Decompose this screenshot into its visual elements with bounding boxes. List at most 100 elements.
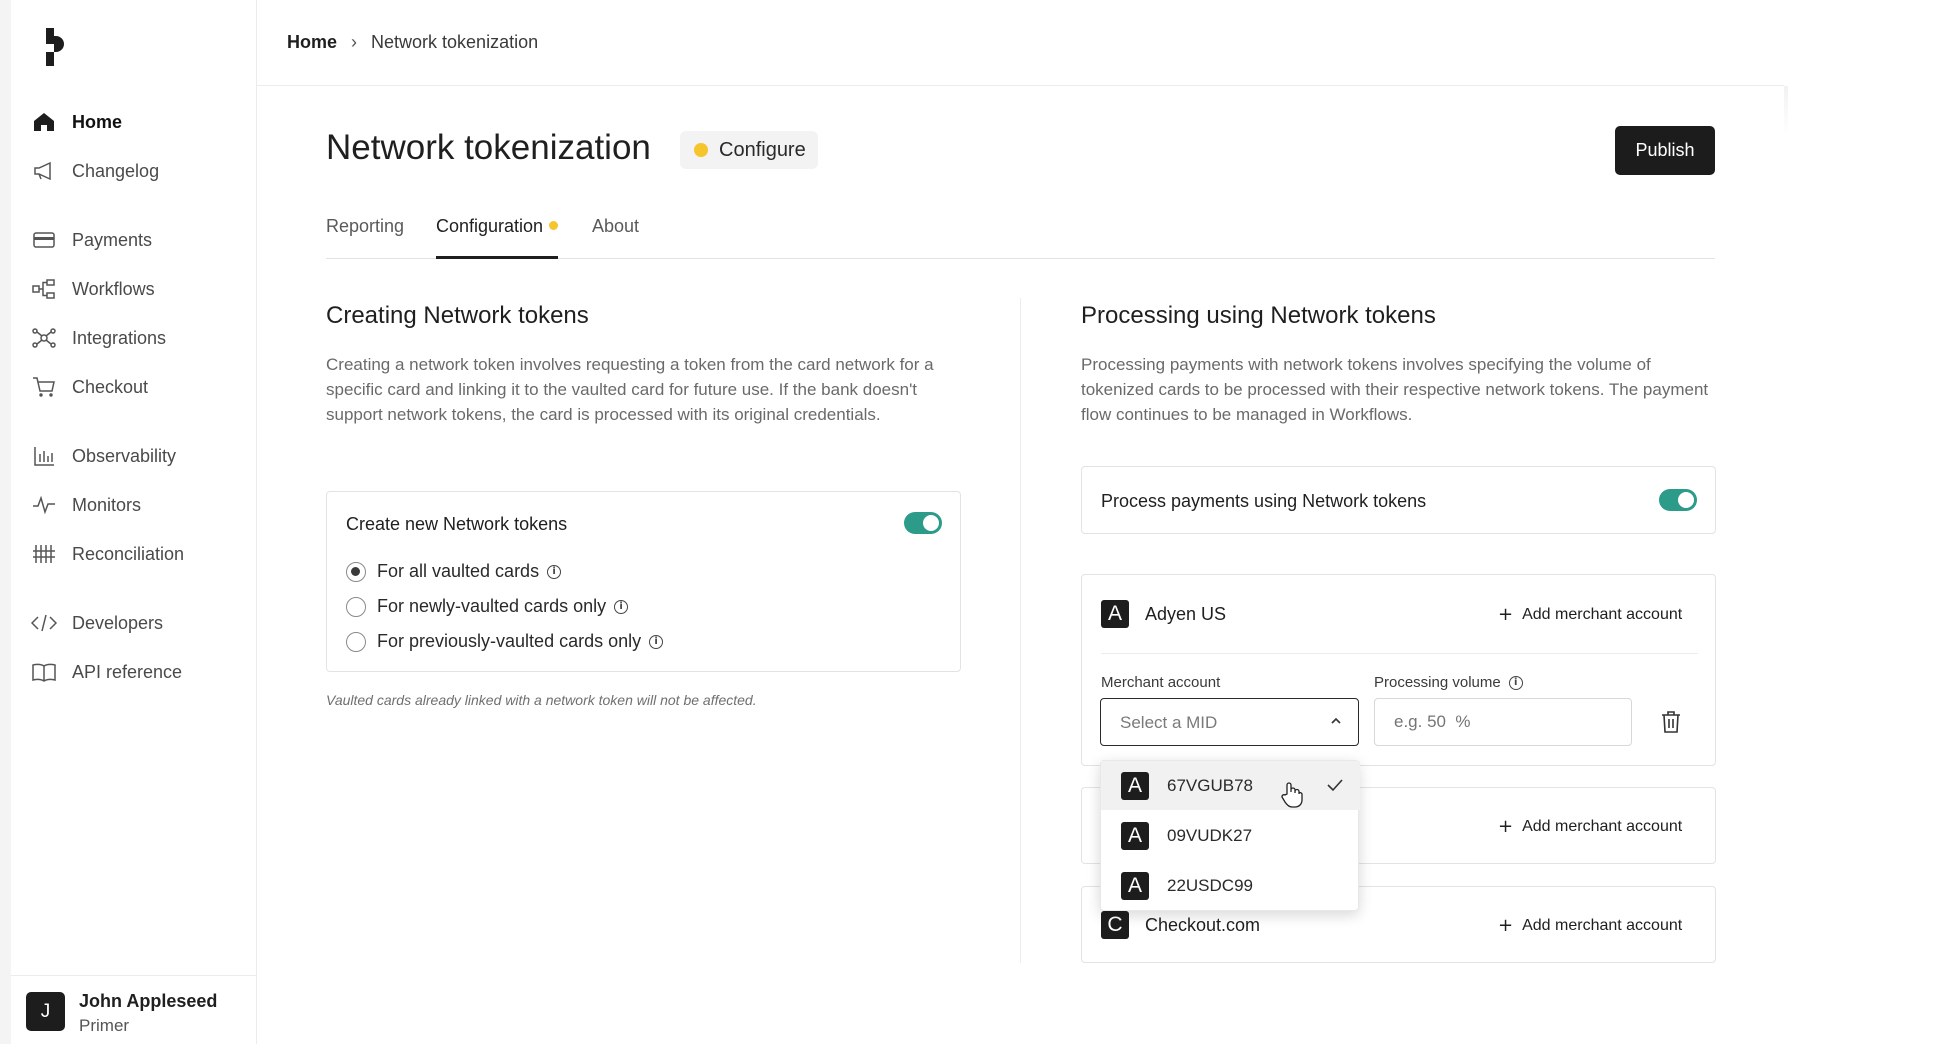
sidebar-item-checkout[interactable]: Checkout — [31, 367, 246, 407]
breadcrumb-current: Network tokenization — [371, 32, 539, 52]
process-section-description: Processing payments with network tokens … — [1081, 355, 1709, 424]
info-icon[interactable]: i — [547, 564, 562, 579]
avatar: J — [26, 992, 65, 1031]
sidebar-item-label: Checkout — [72, 376, 149, 397]
dropdown-option-label: 22USDC99 — [1167, 875, 1253, 895]
add-merchant-label: Add merchant account — [1522, 817, 1683, 835]
trash-icon[interactable] — [1660, 710, 1682, 734]
sidebar-item-label: Integrations — [72, 327, 167, 348]
processing-volume-label: Processing volume i — [1374, 674, 1523, 691]
radio-all-vaulted[interactable]: For all vaulted cards i — [346, 561, 562, 582]
tab-label: Configuration — [436, 216, 544, 236]
code-icon — [31, 610, 57, 636]
sidebar-item-workflows[interactable]: Workflows — [31, 269, 246, 309]
book-icon — [31, 659, 57, 685]
radio-button[interactable] — [346, 561, 366, 582]
sidebar-item-integrations[interactable]: Integrations — [31, 318, 246, 358]
add-merchant-account-link[interactable]: + Add merchant account — [1498, 604, 1682, 625]
adyen-icon: A — [1121, 871, 1149, 900]
process-tokens-toggle[interactable] — [1659, 489, 1697, 511]
bar-chart-icon — [31, 443, 57, 469]
breadcrumb: Home › Network tokenization — [287, 32, 538, 53]
card-divider — [1101, 653, 1698, 654]
radio-label: For previously-vaulted cards only — [377, 631, 642, 651]
integrations-icon — [31, 325, 57, 351]
page-title: Network tokenization — [326, 128, 651, 167]
processing-volume-input[interactable] — [1374, 698, 1632, 746]
user-menu[interactable]: J John Appleseed Primer — [11, 975, 257, 1044]
sidebar-item-monitors[interactable]: Monitors — [31, 485, 246, 525]
sidebar-item-reconciliation[interactable]: Reconciliation — [31, 534, 246, 574]
merchant-account-label-text: Merchant account — [1101, 674, 1221, 691]
tab-configuration[interactable]: Configuration — [436, 216, 559, 259]
dropdown-option[interactable]: A 67VGUB78 — [1101, 761, 1360, 810]
create-section-description: Creating a network token involves reques… — [326, 355, 934, 424]
tab-reporting[interactable]: Reporting — [326, 216, 404, 259]
info-icon[interactable]: i — [649, 634, 664, 649]
sidebar-item-label: Home — [72, 111, 123, 132]
status-dot — [694, 143, 708, 157]
sidebar-item-label: Monitors — [72, 494, 142, 515]
unsaved-dot — [549, 220, 559, 230]
sidebar-item-observability[interactable]: Observability — [31, 436, 246, 476]
vaulted-note: Vaulted cards already linked with a netw… — [326, 692, 757, 708]
provider-name: Adyen US — [1145, 604, 1227, 624]
provider-name: Checkout.com — [1145, 915, 1261, 935]
window-edge — [0, 0, 11, 1044]
primer-logo[interactable] — [37, 26, 77, 70]
create-tokens-title: Create new Network tokens — [346, 514, 568, 534]
merchant-account-select[interactable]: Select a MID — [1100, 698, 1359, 746]
add-merchant-label: Add merchant account — [1522, 605, 1683, 623]
add-merchant-account-link[interactable]: + Add merchant account — [1498, 915, 1682, 936]
process-tokens-title: Process payments using Network tokens — [1101, 491, 1427, 511]
card-icon — [31, 227, 57, 253]
sidebar-item-label: Reconciliation — [72, 543, 185, 564]
status-badge-label: Configure — [719, 138, 806, 161]
sidebar-item-changelog[interactable]: Changelog — [31, 151, 246, 191]
cart-icon — [31, 374, 57, 400]
home-icon — [31, 109, 57, 135]
publish-button[interactable]: Publish — [1615, 126, 1715, 175]
plus-icon: + — [1498, 816, 1514, 837]
radio-label: For all vaulted cards — [377, 561, 540, 581]
create-tokens-toggle[interactable] — [904, 512, 942, 534]
sidebar-item-home[interactable]: Home — [31, 102, 246, 142]
tab-about[interactable]: About — [592, 216, 639, 259]
sidebar-item-payments[interactable]: Payments — [31, 220, 246, 260]
tab-bar: Reporting Configuration About — [326, 210, 1715, 259]
info-icon[interactable]: i — [614, 599, 629, 614]
hand-cursor-icon — [1281, 782, 1303, 808]
radio-newly-vaulted[interactable]: For newly-vaulted cards only i — [346, 596, 629, 617]
chevron-up-icon — [1331, 717, 1341, 724]
checkmark-icon — [1327, 779, 1343, 792]
sidebar-item-label: API reference — [72, 661, 183, 682]
sidebar: Home Changelog Payments Workflows Integr… — [11, 0, 257, 1044]
user-name: John Appleseed — [79, 991, 218, 1011]
sidebar-item-label: Developers — [72, 612, 164, 633]
select-placeholder: Select a MID — [1120, 713, 1218, 732]
add-merchant-account-link[interactable]: + Add merchant account — [1498, 816, 1682, 837]
info-icon[interactable]: i — [1508, 675, 1523, 690]
column-divider — [1020, 298, 1021, 963]
dropdown-option[interactable]: A 22USDC99 — [1101, 861, 1360, 910]
radio-button[interactable] — [346, 631, 366, 652]
radio-previously-vaulted[interactable]: For previously-vaulted cards only i — [346, 631, 664, 652]
tab-label: About — [592, 216, 640, 236]
dropdown-option[interactable]: A 09VUDK27 — [1101, 811, 1360, 860]
sidebar-item-developers[interactable]: Developers — [31, 603, 246, 643]
dropdown-option-label: 09VUDK27 — [1167, 825, 1253, 845]
dropdown-option-label: 67VGUB78 — [1167, 775, 1253, 795]
top-bar: Home › Network tokenization — [257, 0, 1784, 86]
radio-button[interactable] — [346, 596, 366, 617]
adyen-icon: A — [1121, 821, 1149, 850]
create-section-title: Creating Network tokens — [326, 302, 589, 329]
breadcrumb-separator: › — [351, 32, 358, 52]
breadcrumb-home[interactable]: Home — [287, 32, 337, 53]
tab-label: Reporting — [326, 216, 405, 236]
process-section-title: Processing using Network tokens — [1081, 302, 1436, 329]
process-tokens-card: Process payments using Network tokens — [1081, 466, 1716, 534]
sidebar-item-api-reference[interactable]: API reference — [31, 652, 246, 692]
user-org: Primer — [79, 1016, 130, 1035]
workflow-icon — [31, 276, 57, 302]
pulse-icon — [31, 492, 57, 518]
